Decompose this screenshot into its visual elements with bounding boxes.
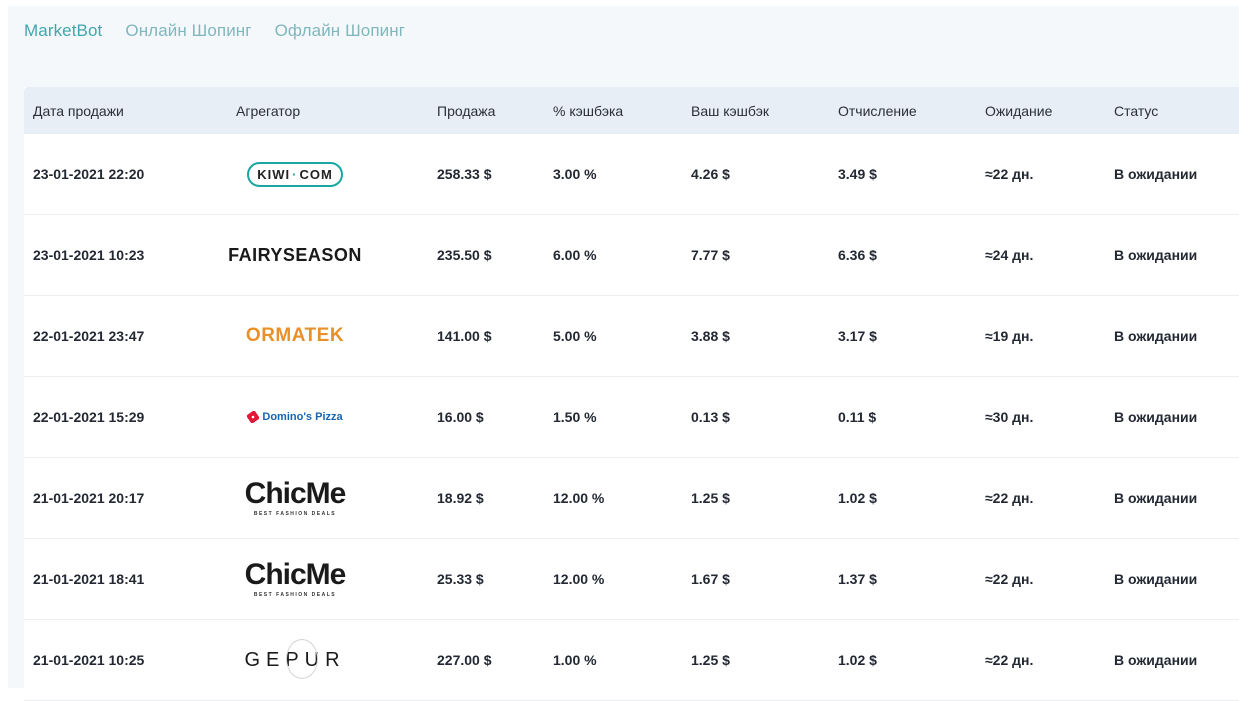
sale-date: 21-01-2021 10:25 <box>33 652 145 668</box>
waiting-days: ≈24 дн. <box>985 247 1034 263</box>
waiting-days: ≈22 дн. <box>985 490 1034 506</box>
your-cashback: 1.67 $ <box>691 571 730 587</box>
sale-date: 23-01-2021 22:20 <box>33 166 145 182</box>
top-tabs: MarketBot Онлайн Шопинг Офлайн Шопинг <box>24 21 428 41</box>
sale-amount: 18.92 $ <box>437 490 484 506</box>
table-row[interactable]: 22-01-2021 23:47 ORMATEK 141.00 $ 5.00 %… <box>24 296 1239 377</box>
ormatek-logo-text: ORMATEK <box>245 325 345 346</box>
cashback-percent: 1.00 % <box>553 652 597 668</box>
tab-marketbot[interactable]: MarketBot <box>24 21 102 41</box>
deduction: 1.37 $ <box>838 571 877 587</box>
cashback-percent: 12.00 % <box>553 571 605 587</box>
sale-amount: 25.33 $ <box>437 571 484 587</box>
header-cashback-percent[interactable]: % кэшбэка <box>553 103 623 119</box>
status: В ожидании <box>1114 166 1198 182</box>
fairyseason-logo-text: FAIRYSEASON <box>228 244 362 265</box>
header-sale[interactable]: Продажа <box>437 103 495 119</box>
aggregator-logo-gepur: GEPUR <box>220 630 370 690</box>
your-cashback: 1.25 $ <box>691 490 730 506</box>
header-waiting[interactable]: Ожидание <box>985 103 1052 119</box>
cashback-percent: 3.00 % <box>553 166 597 182</box>
waiting-days: ≈22 дн. <box>985 166 1034 182</box>
deduction: 1.02 $ <box>838 652 877 668</box>
status: В ожидании <box>1114 490 1198 506</box>
aggregator-logo-fairyseason: FAIRYSEASON <box>220 225 370 285</box>
table-row[interactable]: 23-01-2021 10:23 FAIRYSEASON 235.50 $ 6.… <box>24 215 1239 296</box>
table-header: Дата продажи Агрегатор Продажа % кэшбэка… <box>24 87 1239 134</box>
waiting-days: ≈22 дн. <box>985 652 1034 668</box>
sale-amount: 235.50 $ <box>437 247 492 263</box>
table-row[interactable]: 21-01-2021 10:25 GEPUR 227.00 $ 1.00 % 1… <box>24 620 1239 701</box>
table-row[interactable]: 22-01-2021 15:29 Domino's Pizza 16.00 $ … <box>24 377 1239 458</box>
header-deduction[interactable]: Отчисление <box>838 103 917 119</box>
aggregator-logo-dominos: Domino's Pizza <box>220 387 370 447</box>
chicme-logo-text: ChicMe <box>244 558 347 591</box>
domino-tile-icon <box>247 411 260 423</box>
kiwi-logo-text: KIWI <box>257 166 291 182</box>
your-cashback: 0.13 $ <box>691 409 730 425</box>
deduction: 1.02 $ <box>838 490 877 506</box>
header-date[interactable]: Дата продажи <box>33 103 124 119</box>
sales-table: Дата продажи Агрегатор Продажа % кэшбэка… <box>24 87 1239 701</box>
cashback-percent: 6.00 % <box>553 247 597 263</box>
aggregator-logo-ormatek: ORMATEK <box>220 306 370 366</box>
header-your-cashback[interactable]: Ваш кэшбэк <box>691 103 769 119</box>
your-cashback: 7.77 $ <box>691 247 730 263</box>
waiting-days: ≈30 дн. <box>985 409 1034 425</box>
page-panel: MarketBot Онлайн Шопинг Офлайн Шопинг Да… <box>8 6 1239 701</box>
sale-amount: 258.33 $ <box>437 166 492 182</box>
tab-offline-shopping[interactable]: Офлайн Шопинг <box>275 21 405 41</box>
table-row[interactable]: 21-01-2021 18:41 ChicMe BEST FASHION DEA… <box>24 539 1239 620</box>
your-cashback: 1.25 $ <box>691 652 730 668</box>
waiting-days: ≈22 дн. <box>985 571 1034 587</box>
sale-amount: 227.00 $ <box>437 652 492 668</box>
sale-amount: 16.00 $ <box>437 409 484 425</box>
status: В ожидании <box>1114 652 1198 668</box>
deduction: 3.49 $ <box>838 166 877 182</box>
deduction: 0.11 $ <box>838 409 877 425</box>
sale-date: 23-01-2021 10:23 <box>33 247 145 263</box>
chicme-logo-tagline: BEST FASHION DEALS <box>253 592 337 598</box>
your-cashback: 3.88 $ <box>691 328 730 344</box>
status: В ожидании <box>1114 409 1198 425</box>
tab-online-shopping[interactable]: Онлайн Шопинг <box>125 21 251 41</box>
cashback-percent: 1.50 % <box>553 409 597 425</box>
status: В ожидании <box>1114 247 1198 263</box>
aggregator-logo-chicme: ChicMe BEST FASHION DEALS <box>220 468 370 528</box>
gepur-ring-icon <box>286 638 319 679</box>
deduction: 6.36 $ <box>838 247 877 263</box>
status: В ожидании <box>1114 328 1198 344</box>
cashback-percent: 5.00 % <box>553 328 597 344</box>
table-row[interactable]: 23-01-2021 22:20 KIWI · COM 258.33 $ 3.00 … <box>24 134 1239 215</box>
deduction: 3.17 $ <box>838 328 877 344</box>
sale-date: 21-01-2021 18:41 <box>33 571 145 587</box>
sale-date: 22-01-2021 23:47 <box>33 328 145 344</box>
dominos-logo-text: Domino's Pizza <box>262 411 343 423</box>
header-aggregator[interactable]: Агрегатор <box>236 103 300 119</box>
cashback-percent: 12.00 % <box>553 490 605 506</box>
chicme-logo-text: ChicMe <box>244 477 347 510</box>
status: В ожидании <box>1114 571 1198 587</box>
aggregator-logo-chicme: ChicMe BEST FASHION DEALS <box>220 549 370 609</box>
sale-date: 22-01-2021 15:29 <box>33 409 145 425</box>
sale-date: 21-01-2021 20:17 <box>33 490 145 506</box>
waiting-days: ≈19 дн. <box>985 328 1034 344</box>
your-cashback: 4.26 $ <box>691 166 730 182</box>
aggregator-logo-kiwi: KIWI · COM <box>220 144 370 204</box>
chicme-logo-tagline: BEST FASHION DEALS <box>253 511 337 517</box>
sale-amount: 141.00 $ <box>437 328 492 344</box>
table-row[interactable]: 21-01-2021 20:17 ChicMe BEST FASHION DEA… <box>24 458 1239 539</box>
header-status[interactable]: Статус <box>1114 103 1158 119</box>
